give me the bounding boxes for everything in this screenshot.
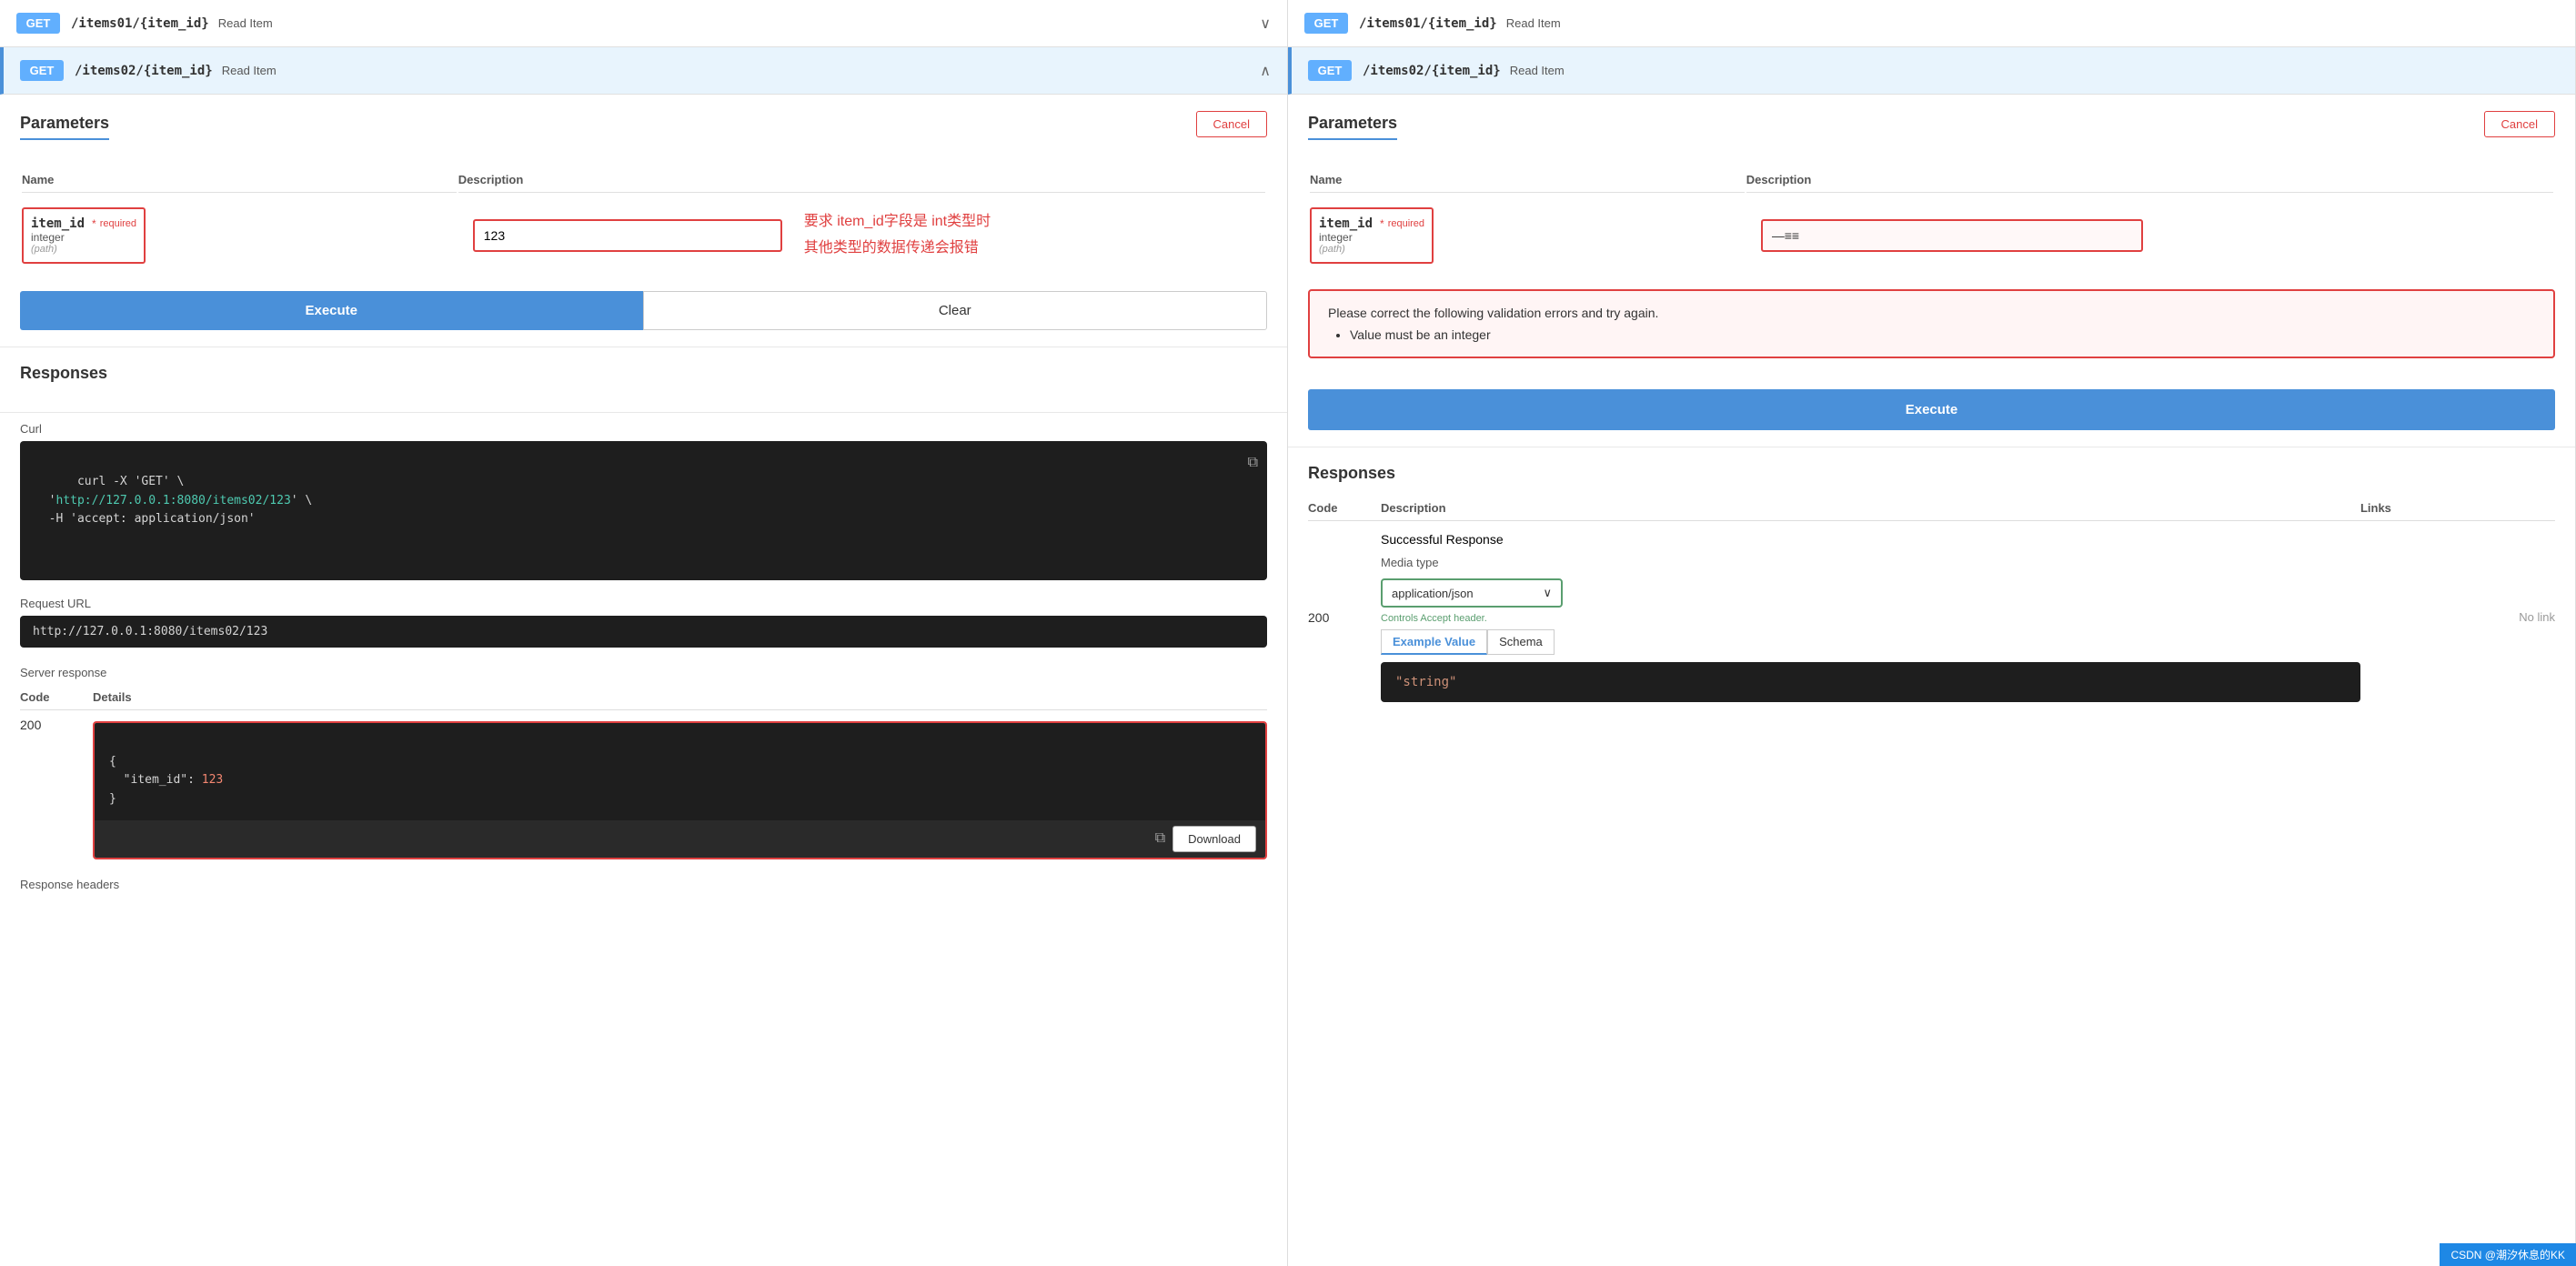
r-response-code: 200 [1308,521,1381,703]
validation-error-title: Please correct the following validation … [1328,306,2535,320]
r-example-value: "string" [1381,662,2360,702]
r-media-type-dropdown[interactable]: application/json ∨ [1381,578,1563,608]
r-parameters-section: Parameters Cancel Name Description item_… [1288,95,2575,447]
request-url-section: Request URL http://127.0.0.1:8080/items0… [0,589,1287,658]
desc-col-header: Description [458,167,1265,193]
responses-title: Responses [20,364,1267,383]
curl-label: Curl [20,422,1267,436]
r-response-row-200: 200 Successful Response Media type appli… [1308,521,2555,703]
endpoint1-bar[interactable]: GET /items01/{item_id} Read Item ∨ [0,0,1287,47]
footer-bar: CSDN @潮汐休息的KK [2440,1243,2576,1266]
required-star: * [92,217,96,230]
r-param-name: item_id [1319,216,1373,231]
r-controls-label: Controls Accept header. [1381,613,2360,624]
param-table: Name Description item_id * required inte… [20,166,1267,275]
required-label: required [100,218,136,229]
parameters-title: Parameters [20,114,109,140]
r-param-type: integer [1319,231,1424,244]
r-endpoint2-desc: Read Item [1510,64,1565,77]
r-response-desc: Successful Response [1381,532,2360,547]
r-endpoint1-bar[interactable]: GET /items01/{item_id} Read Item [1288,0,2575,47]
right-panel: GET /items01/{item_id} Read Item GET /it… [1288,0,2576,1266]
r-method-badge-get: GET [1304,13,1348,34]
curl-code-block: curl -X 'GET' \ 'http://127.0.0.1:8080/i… [20,441,1267,580]
r-endpoint1-path: /items01/{item_id} [1359,16,1497,31]
curl-section: Curl curl -X 'GET' \ 'http://127.0.0.1:8… [0,413,1287,589]
clear-button[interactable]: Clear [643,291,1268,330]
endpoint1-desc: Read Item [218,16,273,30]
copy-icon[interactable]: ⧉ [1248,450,1258,474]
r-dropdown-chevron-icon: ∨ [1543,586,1552,600]
r-media-type-value: application/json [1392,587,1474,600]
r-responses-title: Responses [1308,464,2555,483]
r-example-schema-tabs: Example Value Schema [1381,629,2360,655]
r-execute-button[interactable]: Execute [1308,389,2555,430]
left-panel: GET /items01/{item_id} Read Item ∨ GET /… [0,0,1288,1266]
download-button[interactable]: Download [1172,826,1256,852]
response-code: 200 [20,709,93,867]
response-actions: ⧉ Download [95,820,1265,858]
param-row-item-id: item_id * required integer (path) [22,195,1265,273]
r-response-links: No link [2360,521,2555,703]
r-desc-col-header2: Description [1381,496,2360,521]
endpoint2-path: /items02/{item_id} [75,64,213,78]
request-url-value: http://127.0.0.1:8080/items02/123 [20,616,1267,648]
response-body-box: { "item_id": 123 } ⧉ Download [93,721,1267,859]
r-responses-section: Responses Code Description Links 200 Suc… [1288,447,2575,718]
copy-response-button[interactable]: ⧉ [1155,826,1165,852]
r-example-tab[interactable]: Example Value [1381,629,1487,655]
param-location: (path) [31,244,136,255]
r-required-star: * [1380,217,1384,230]
r-param-table: Name Description item_id * required inte… [1308,166,2555,275]
server-response-label: Server response [20,666,1267,679]
method-badge-get2: GET [20,60,64,81]
r-method-badge-get2: GET [1308,60,1352,81]
chevron-up-icon: ∧ [1260,62,1271,80]
r-endpoint1-desc: Read Item [1506,16,1561,30]
item-id-input[interactable] [475,221,780,250]
r-desc-col-header: Description [1746,167,2553,193]
code-col-header: Code [20,685,93,710]
param-type: integer [31,231,136,244]
validation-error-item: Value must be an integer [1350,327,2535,342]
chevron-down-icon: ∨ [1260,15,1271,33]
endpoint1-path: /items01/{item_id} [71,16,209,31]
annotation-text: 要求 item_id字段是 int类型时 其他类型的数据传递会报错 [804,209,991,262]
response-table: Code Details 200 { "item_id": 123 } ⧉ Do… [20,685,1267,867]
r-schema-tab[interactable]: Schema [1487,629,1555,655]
r-endpoint2-path: /items02/{item_id} [1363,64,1501,78]
r-parameters-title: Parameters [1308,114,1397,140]
action-buttons: Execute Clear [20,291,1267,330]
param-name: item_id [31,216,85,231]
curl-code: curl -X 'GET' \ 'http://127.0.0.1:8080/i… [35,475,312,527]
r-response-table: Code Description Links 200 Successful Re… [1308,496,2555,702]
endpoint2-desc: Read Item [222,64,277,77]
r-required-label: required [1388,218,1424,229]
r-links-col-header: Links [2360,496,2555,521]
r-param-row-item-id: item_id * required integer (path) [1310,195,2553,273]
r-item-id-input[interactable] [1763,221,2141,250]
request-url-label: Request URL [20,597,1267,610]
responses-section: Responses [0,347,1287,412]
execute-button[interactable]: Execute [20,291,643,330]
r-media-type-label: Media type [1381,556,2360,569]
response-headers-label: Response headers [20,878,1267,891]
response-body-content: { "item_id": 123 } [95,723,1265,820]
response-row-200: 200 { "item_id": 123 } ⧉ Download [20,709,1267,867]
validation-error-box: Please correct the following validation … [1308,289,2555,358]
r-param-location: (path) [1319,244,1424,255]
server-response-section: Server response Code Details 200 { "item… [0,658,1287,899]
parameters-section: Parameters Cancel Name Description item_… [0,95,1287,347]
method-badge-get: GET [16,13,60,34]
r-endpoint2-bar[interactable]: GET /items02/{item_id} Read Item [1288,47,2575,95]
name-col-header: Name [22,167,457,193]
r-name-col-header: Name [1310,167,1745,193]
endpoint2-bar[interactable]: GET /items02/{item_id} Read Item ∧ [0,47,1287,95]
r-code-col-header: Code [1308,496,1381,521]
r-cancel-button[interactable]: Cancel [2484,111,2555,137]
details-col-header: Details [93,685,1267,710]
cancel-button[interactable]: Cancel [1196,111,1267,137]
